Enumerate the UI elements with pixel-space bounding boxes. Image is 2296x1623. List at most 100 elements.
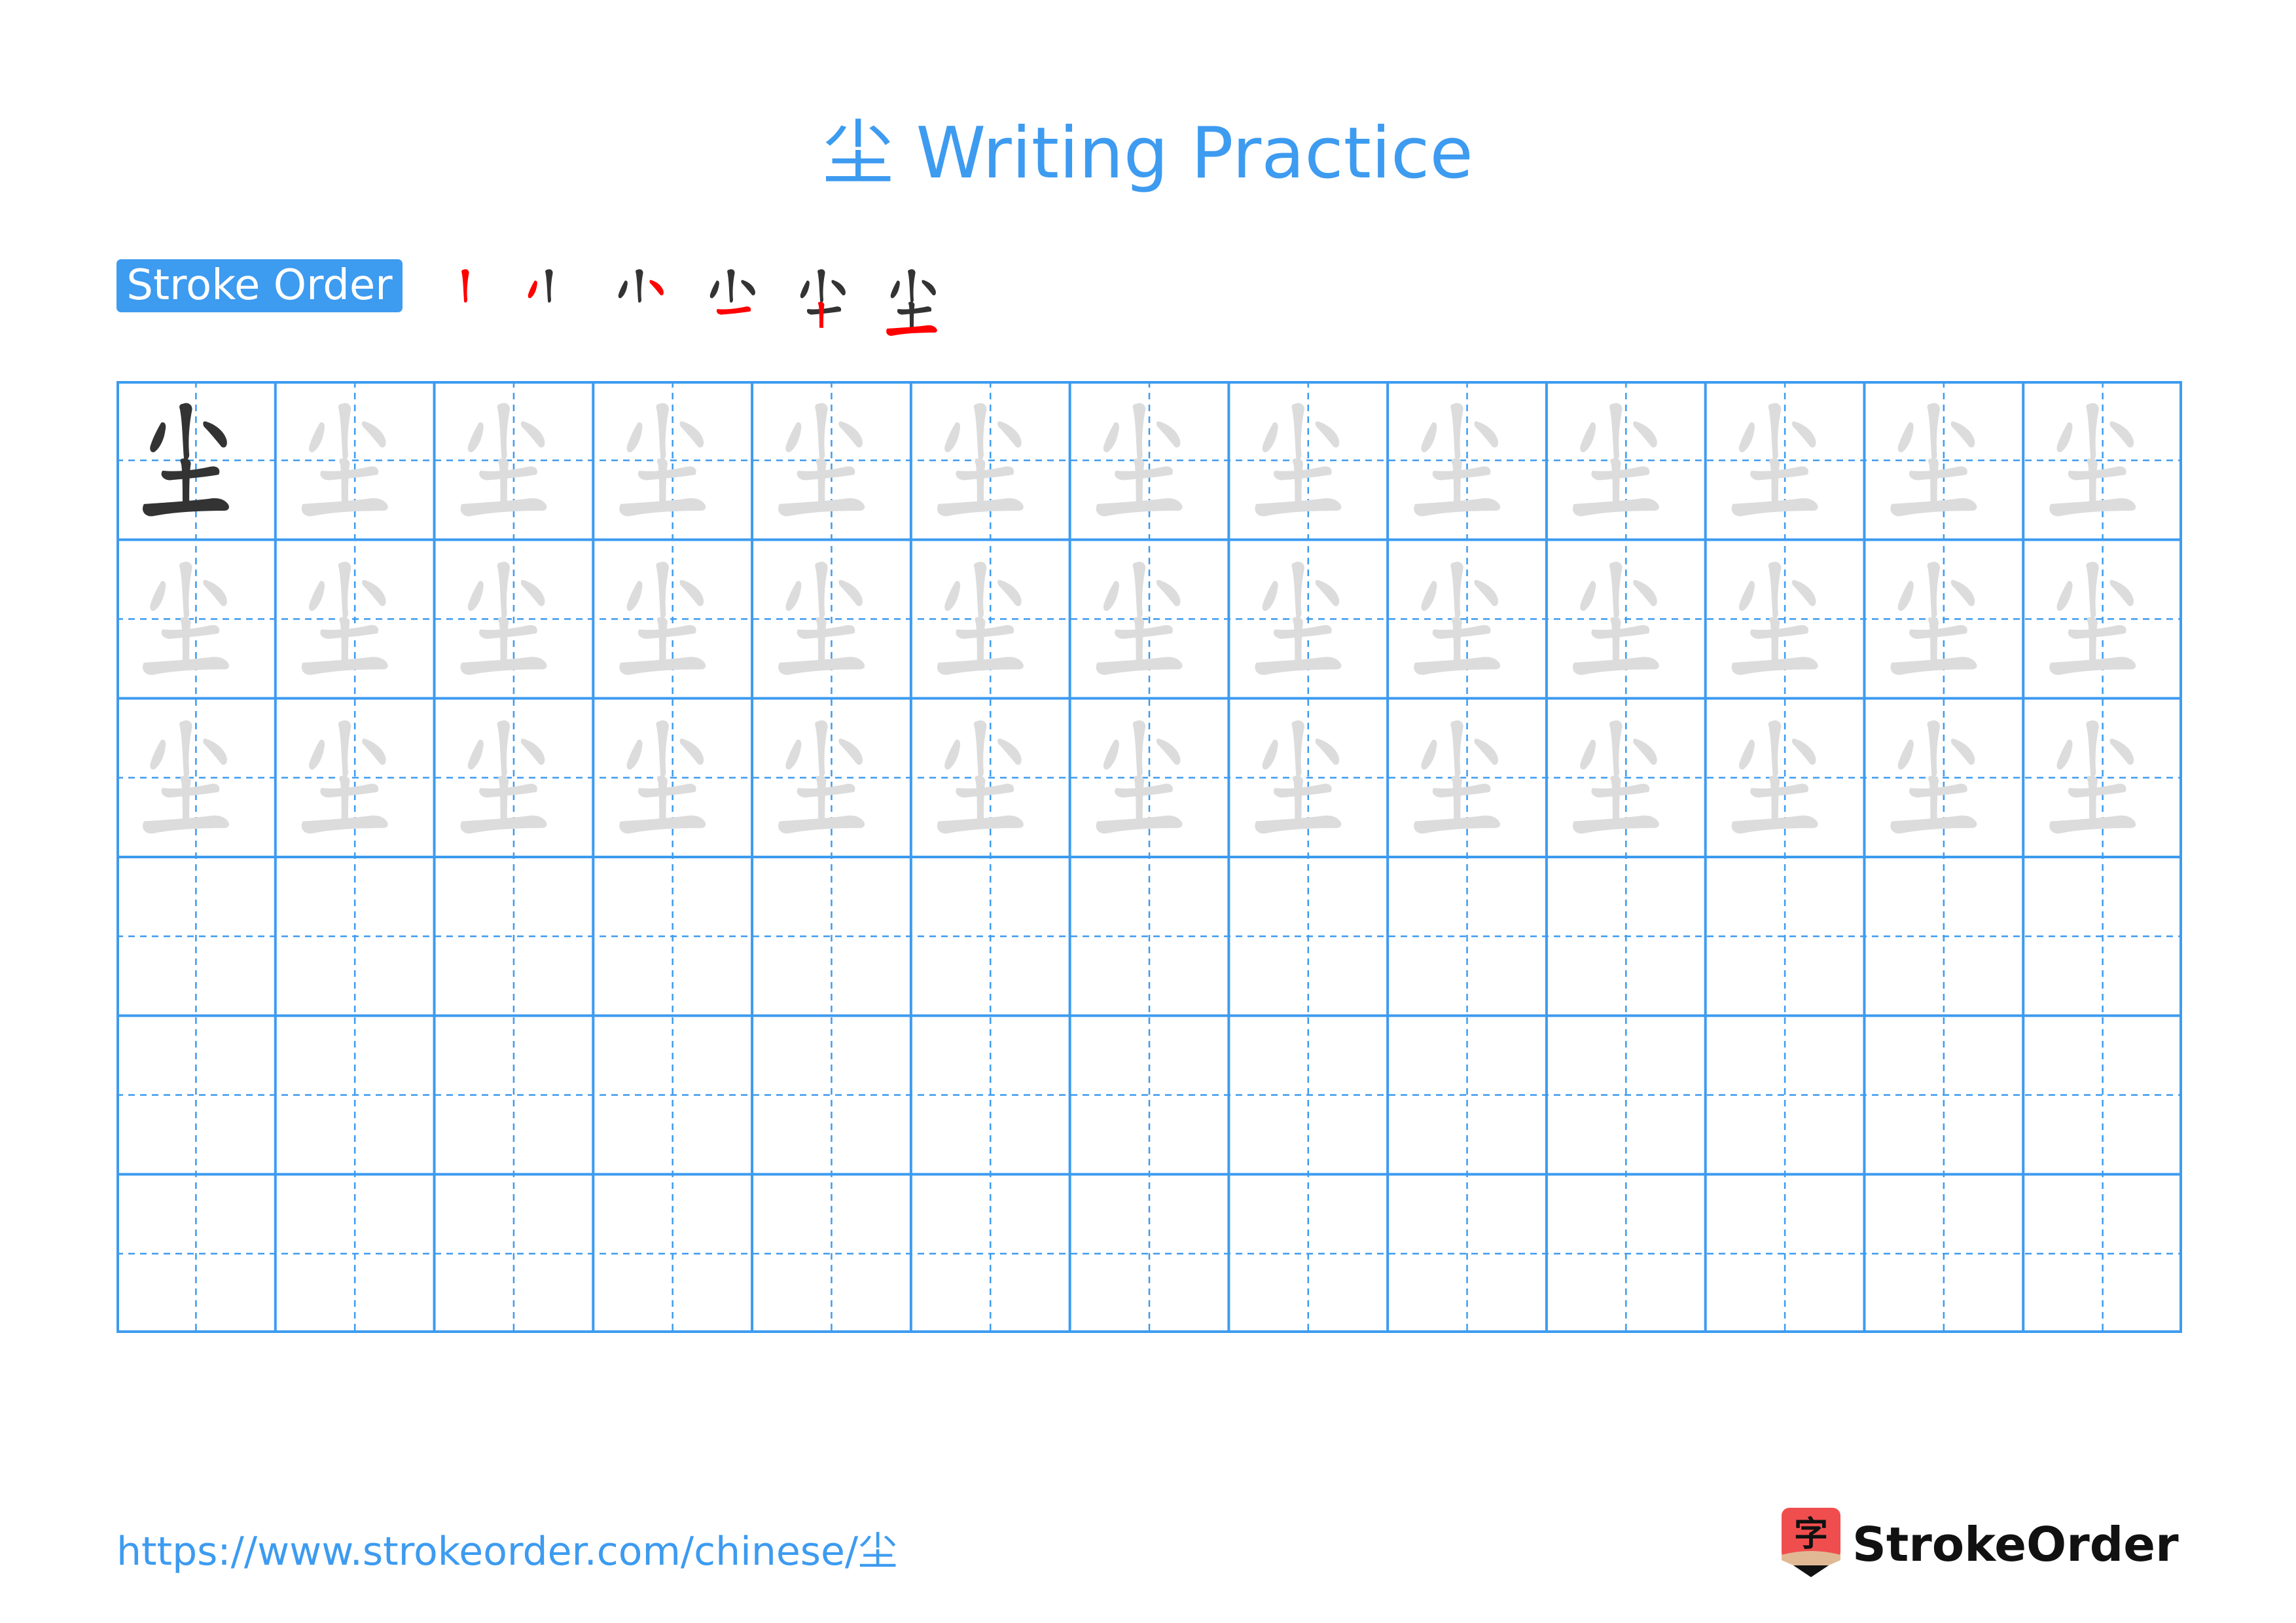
page-title: 尘 Writing Practice	[823, 113, 1473, 194]
character-stroke	[1950, 739, 1975, 765]
character-stroke	[161, 466, 220, 481]
brand-name: StrokeOrder	[1852, 1517, 2179, 1572]
character-stroke	[1474, 579, 1498, 606]
trace-character	[1890, 720, 1977, 834]
character-stroke	[838, 579, 863, 606]
character-stroke	[309, 422, 325, 452]
character-stroke	[1580, 422, 1596, 452]
logo-glyph: 字	[1794, 1515, 1828, 1554]
character-stroke	[1738, 739, 1755, 770]
character-stroke	[1791, 739, 1816, 765]
character-stroke	[1450, 561, 1463, 619]
trace-character	[1572, 720, 1659, 834]
character-stroke	[1610, 775, 1621, 820]
character-stroke	[1950, 421, 1975, 448]
character-stroke	[973, 561, 987, 619]
character-stroke	[497, 561, 511, 619]
character-stroke	[1115, 784, 1173, 798]
character-stroke	[467, 739, 484, 770]
character-stroke	[1769, 617, 1780, 662]
character-stroke	[520, 579, 545, 606]
character-stroke	[1897, 739, 1914, 770]
character-stroke	[362, 421, 386, 448]
character-stroke	[838, 421, 863, 448]
character-stroke	[1633, 579, 1657, 606]
character-stroke	[1451, 617, 1462, 662]
character-stroke	[797, 784, 855, 798]
character-stroke	[956, 784, 1014, 798]
stroke-step-6	[878, 259, 957, 344]
character-stroke	[816, 458, 827, 503]
character-stroke	[1421, 581, 1437, 611]
character-stroke	[1474, 421, 1498, 448]
character-stroke	[1750, 466, 1809, 481]
character-stroke	[815, 403, 828, 460]
character-stroke	[320, 625, 379, 639]
character-stroke	[1633, 739, 1657, 765]
character-stroke	[975, 775, 986, 820]
character-stroke	[1115, 466, 1173, 481]
character-stroke	[656, 775, 668, 820]
character-stroke	[161, 784, 220, 798]
character-stroke	[1132, 720, 1146, 777]
character-stroke	[1103, 739, 1119, 770]
character-stroke	[338, 720, 351, 777]
character-stroke	[2086, 561, 2099, 619]
character-stroke	[626, 581, 643, 611]
character-stroke	[2056, 581, 2073, 611]
character-stroke	[637, 625, 696, 639]
character-stroke	[785, 739, 802, 770]
stroke-step-4	[698, 259, 776, 344]
character-stroke	[150, 739, 166, 770]
character-stroke	[679, 421, 704, 448]
trace-character	[1890, 561, 1977, 675]
character-stroke	[1134, 617, 1145, 662]
current-stroke	[818, 301, 825, 328]
character-stroke	[637, 784, 696, 798]
character-stroke	[362, 739, 386, 765]
footer-url-link[interactable]: https://www.strokeorder.com/chinese/尘	[117, 1525, 897, 1578]
character-stroke	[785, 422, 802, 452]
character-stroke	[467, 422, 484, 452]
character-stroke	[1315, 739, 1340, 765]
current-stroke	[649, 280, 664, 296]
character-stroke	[479, 784, 537, 798]
character-stroke	[1451, 458, 1462, 503]
character-stroke	[497, 720, 511, 777]
trace-character	[1255, 403, 1342, 517]
character-stroke	[1768, 561, 1782, 619]
completed-stroke	[618, 280, 628, 299]
trace-character	[619, 403, 706, 517]
character-stroke	[656, 720, 669, 777]
completed-stroke	[545, 269, 553, 303]
character-stroke	[498, 617, 509, 662]
character-stroke	[1451, 775, 1462, 820]
character-stroke	[2068, 625, 2126, 639]
character-stroke	[1768, 403, 1782, 460]
character-stroke	[637, 466, 696, 481]
character-stroke	[1273, 784, 1332, 798]
character-stroke	[679, 739, 704, 765]
character-stroke	[656, 561, 669, 619]
character-stroke	[1791, 579, 1816, 606]
character-stroke	[1292, 458, 1304, 503]
completed-stroke	[727, 269, 735, 303]
character-stroke	[656, 403, 669, 460]
character-stroke	[1928, 775, 1939, 820]
character-stroke	[2087, 617, 2098, 662]
brand-logo[interactable]: 字 StrokeOrder	[1782, 1508, 2179, 1580]
character-stroke	[150, 581, 166, 611]
character-stroke	[997, 739, 1022, 765]
character-stroke	[1738, 581, 1755, 611]
character-stroke	[1156, 739, 1181, 765]
character-stroke	[1768, 720, 1782, 777]
character-stroke	[479, 625, 537, 639]
trace-character	[937, 403, 1024, 517]
character-stroke	[975, 458, 986, 503]
character-stroke	[320, 784, 379, 798]
completed-stroke	[908, 301, 915, 328]
completed-stroke	[709, 280, 719, 299]
character-stroke	[1132, 561, 1146, 619]
character-stroke	[815, 720, 828, 777]
character-stroke	[1450, 403, 1463, 460]
